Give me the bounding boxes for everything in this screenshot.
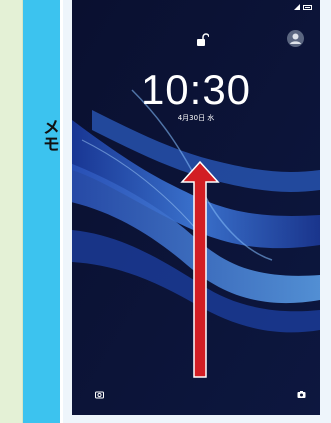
memo-sidebar	[23, 0, 60, 423]
memo-label: メモ	[39, 118, 59, 152]
lock-screen[interactable]: 10:30 4月30日 水	[72, 0, 320, 415]
battery-icon	[303, 4, 312, 10]
lockscreen-date: 4月30日 水	[177, 114, 215, 122]
user-avatar-icon[interactable]	[287, 30, 304, 47]
camera-icon[interactable]	[297, 390, 306, 399]
signal-icon	[294, 4, 300, 10]
memo-background-strip	[0, 0, 23, 423]
unlocked-padlock-icon	[197, 33, 209, 46]
swipe-up-arrow-icon	[180, 160, 220, 378]
camera-icon[interactable]	[95, 390, 104, 399]
status-bar	[294, 4, 312, 10]
lockscreen-clock: 10:30	[140, 66, 252, 113]
